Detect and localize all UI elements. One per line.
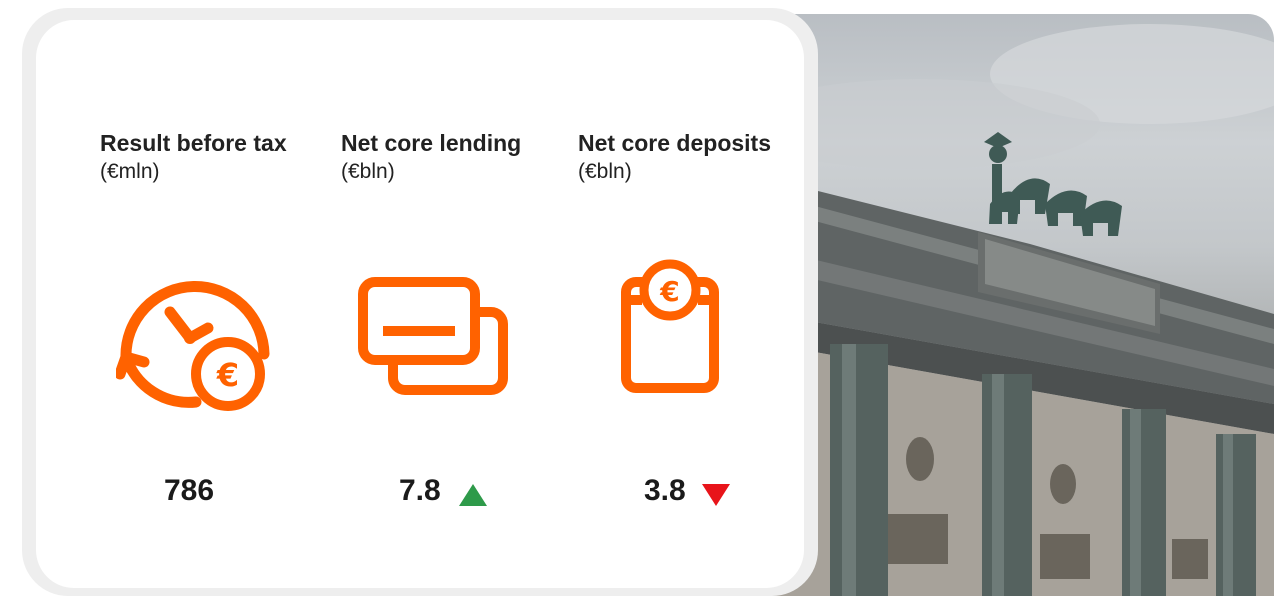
metric-title: Result before tax bbox=[100, 130, 287, 156]
euro-glyph: € bbox=[216, 356, 239, 394]
metric-value: 3.8 bbox=[644, 474, 686, 507]
metric-value: 786 bbox=[164, 474, 215, 507]
metric-unit: (€bln) bbox=[578, 160, 632, 183]
trend-down-arrow-icon bbox=[702, 484, 730, 506]
clock-euro-icon: € bbox=[116, 281, 270, 411]
metric-title: Net core lending bbox=[341, 130, 522, 156]
piggy-jar-euro-icon: € bbox=[621, 259, 719, 393]
metric-value: 7.8 bbox=[399, 474, 441, 507]
trend-up-arrow-icon bbox=[459, 484, 487, 506]
metric-unit: (€bln) bbox=[341, 160, 395, 183]
cards-icon bbox=[358, 277, 508, 395]
background-photo-brandenburg-gate bbox=[770, 14, 1274, 596]
brandenburg-gate-illustration bbox=[770, 24, 1274, 596]
euro-glyph: € bbox=[659, 275, 679, 308]
metric-title: Net core deposits bbox=[578, 130, 771, 156]
metric-unit: (€mln) bbox=[100, 160, 160, 183]
